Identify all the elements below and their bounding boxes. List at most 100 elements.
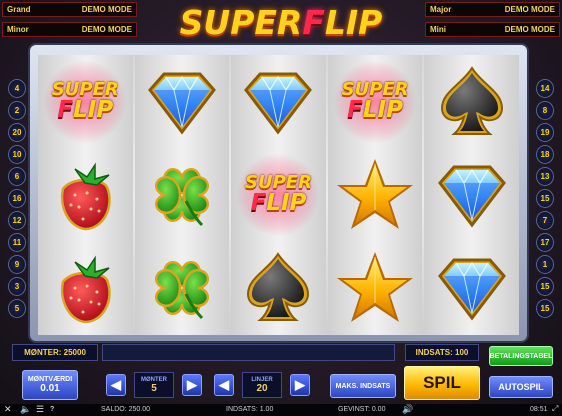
jackpot-grand-value: DEMO MODE (81, 5, 132, 14)
clock-text: 08:51 (530, 406, 548, 413)
balance-text: SALDO: 250.00 (101, 406, 151, 413)
lines-increase-button[interactable]: ▶ (290, 374, 310, 396)
left-line-indicator[interactable]: 16 (8, 189, 26, 208)
left-line-indicators: 4 2 20 10 6 16 12 11 9 3 5 (8, 79, 26, 318)
strawberry-symbol (42, 246, 128, 330)
lines-stepper-value: 20 (256, 382, 268, 394)
diamond-symbol (139, 60, 225, 144)
coin-value-button[interactable]: MØNTVÆRDI 0.01 (22, 370, 78, 400)
win-text: GEVINST: 0.00 (338, 406, 386, 413)
left-line-indicator[interactable]: 6 (8, 167, 26, 186)
star-symbol (332, 153, 418, 237)
left-line-indicator[interactable]: 12 (8, 211, 26, 230)
coins-decrease-button[interactable]: ◀ (106, 374, 126, 396)
jackpot-grand-label: Grand (7, 5, 31, 14)
spin-button[interactable]: SPIL (404, 366, 480, 400)
clover-icon (154, 261, 209, 320)
right-line-indicator[interactable]: 7 (536, 211, 554, 230)
left-line-indicator[interactable]: 3 (8, 277, 26, 296)
superflip-symbol-rest: LIP (266, 190, 307, 217)
clover-symbol (139, 153, 225, 237)
chevron-left-icon: ◀ (111, 377, 121, 392)
star-icon (337, 252, 414, 323)
superflip-symbol-art: SUPER FLIP (236, 152, 321, 237)
spade-icon (440, 65, 503, 135)
jackpot-mini: Mini DEMO MODE (425, 22, 560, 37)
superflip-symbol-bottom: FLIP (251, 192, 307, 215)
jackpot-mini-value: DEMO MODE (504, 25, 555, 34)
jackpot-minor-value: DEMO MODE (81, 25, 132, 34)
spade-symbol (235, 246, 321, 330)
lines-decrease-button[interactable]: ◀ (214, 374, 234, 396)
jackpot-minor: Minor DEMO MODE (2, 22, 137, 37)
left-line-indicator[interactable]: 10 (8, 145, 26, 164)
right-line-indicator[interactable]: 1 (536, 255, 554, 274)
diamond-symbol (429, 153, 515, 237)
right-line-indicator[interactable]: 14 (536, 79, 554, 98)
left-line-indicator[interactable]: 4 (8, 79, 26, 98)
diamond-icon (147, 72, 216, 135)
jackpot-major-label: Major (430, 5, 452, 14)
logo-text-lip: LIP (324, 2, 383, 42)
right-line-indicator[interactable]: 19 (536, 123, 554, 142)
fullscreen-icon[interactable]: ⤢ (552, 404, 558, 414)
superflip-symbol-art: SUPER FLIP (43, 59, 128, 144)
superflip-symbol: SUPER FLIP (235, 152, 321, 237)
right-line-indicator[interactable]: 15 (536, 189, 554, 208)
paytable-button[interactable]: BETALINGSTABEL (489, 346, 553, 366)
left-line-indicator[interactable]: 2 (8, 101, 26, 120)
right-line-indicator[interactable]: 13 (536, 167, 554, 186)
chevron-right-icon: ▶ (187, 377, 197, 392)
right-line-indicator[interactable]: 8 (536, 101, 554, 120)
diamond-icon (437, 258, 506, 321)
sound-icon[interactable]: 🔊 (402, 404, 413, 415)
chevron-right-icon: ▶ (295, 377, 305, 392)
superflip-symbol: SUPER FLIP (42, 59, 128, 144)
coin-value-label: MØNTVÆRDI (27, 376, 73, 383)
superflip-symbol-rest: LIP (362, 97, 403, 124)
jackpot-major: Major DEMO MODE (425, 2, 560, 17)
game-logo: SUPER F LIP (168, 2, 394, 42)
coins-increase-button[interactable]: ▶ (182, 374, 202, 396)
diamond-symbol (235, 60, 321, 144)
settings-icon[interactable]: ☰ (36, 404, 44, 415)
spade-symbol (429, 60, 515, 144)
right-line-indicator[interactable]: 17 (536, 233, 554, 252)
right-line-indicators: 14 8 19 18 13 15 7 17 1 15 15 (536, 79, 554, 318)
coin-value-value: 0.01 (40, 383, 60, 394)
status-bet-text: INDSATS: 1.00 (226, 406, 274, 413)
reels-area: SUPER FLIP SUPER FLIP SUPER FLIP (38, 55, 519, 335)
autoplay-button[interactable]: AUTOSPIL (489, 376, 553, 398)
superflip-symbol-bottom: FLIP (57, 99, 113, 122)
jackpot-grand: Grand DEMO MODE (2, 2, 137, 17)
jackpot-mini-label: Mini (430, 25, 446, 34)
right-line-indicator[interactable]: 15 (536, 277, 554, 296)
chevron-left-icon: ◀ (219, 377, 229, 392)
reel-2 (134, 55, 230, 335)
right-line-indicator[interactable]: 18 (536, 145, 554, 164)
superflip-symbol-f: F (347, 97, 363, 124)
close-icon[interactable]: ✕ (4, 404, 12, 415)
reel-4: SUPER FLIP (327, 55, 423, 335)
superflip-symbol-rest: LIP (73, 97, 114, 124)
superflip-symbol-bottom: FLIP (347, 99, 403, 122)
bet-display: INDSATS: 100 (405, 344, 479, 361)
left-line-indicator[interactable]: 5 (8, 299, 26, 318)
left-line-indicator[interactable]: 20 (8, 123, 26, 142)
left-line-indicator[interactable]: 9 (8, 255, 26, 274)
star-icon (337, 158, 414, 229)
superflip-symbol-f: F (57, 97, 74, 124)
coins-display: MØNTER: 25000 (12, 344, 98, 361)
diamond-icon (244, 72, 313, 135)
help-button[interactable]: ? (50, 406, 54, 413)
speaker-icon[interactable]: 🔈 (20, 404, 31, 415)
coins-stepper: MØNTER 5 (134, 372, 174, 398)
right-line-indicator[interactable]: 15 (536, 299, 554, 318)
diamond-symbol (429, 246, 515, 330)
jackpot-minor-label: Minor (7, 25, 29, 34)
spade-icon (247, 252, 310, 322)
left-line-indicator[interactable]: 11 (8, 233, 26, 252)
coins-stepper-value: 5 (151, 382, 157, 394)
reel-3: SUPER FLIP (231, 55, 326, 335)
max-bet-button[interactable]: MAKS. INDSATS (330, 374, 396, 398)
